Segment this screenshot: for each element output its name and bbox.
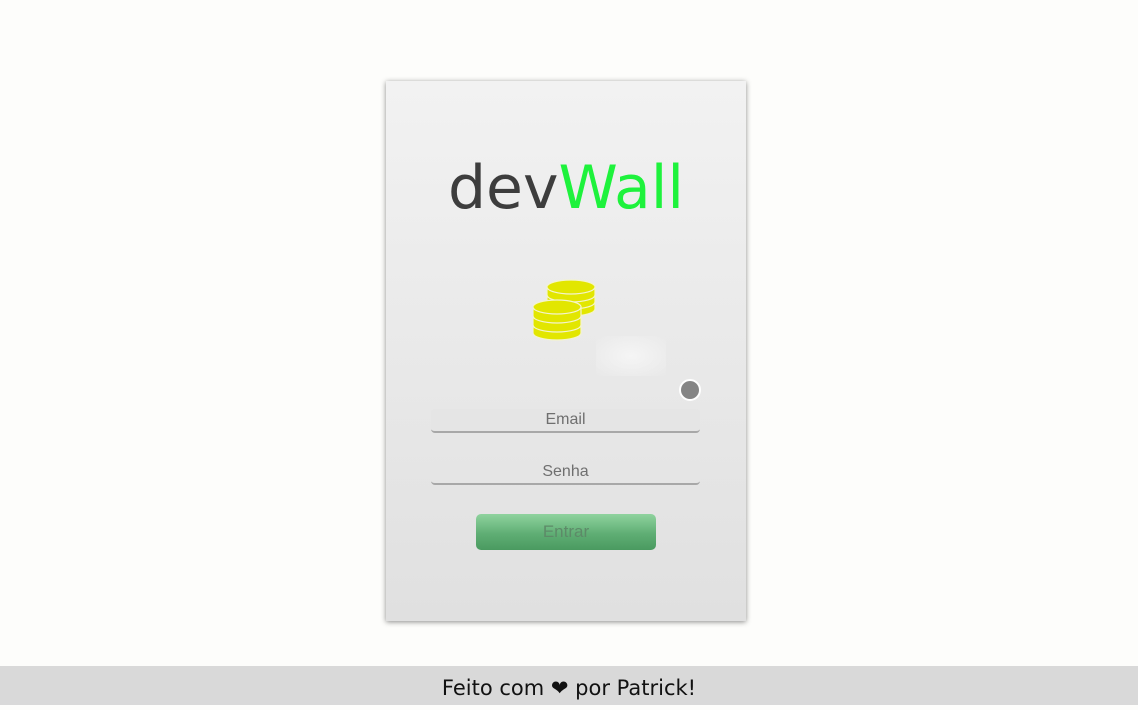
login-card: devWall Entrar	[386, 81, 746, 621]
logo-text-dev: dev	[447, 153, 559, 223]
app-logo: devWall	[386, 153, 746, 223]
toggle-dot[interactable]	[679, 379, 701, 401]
enter-button[interactable]: Entrar	[476, 514, 656, 550]
logo-text-wall: Wall	[558, 153, 685, 223]
password-field[interactable]	[431, 461, 700, 485]
footer-prefix: Feito com	[441, 676, 551, 700]
decorative-glow	[596, 336, 666, 376]
footer: Feito com ❤ por Patrick!	[0, 666, 1138, 705]
footer-suffix: por Patrick!	[568, 676, 697, 700]
email-field[interactable]	[431, 409, 700, 433]
coins-icon	[533, 279, 596, 341]
heart-icon: ❤	[550, 676, 569, 700]
